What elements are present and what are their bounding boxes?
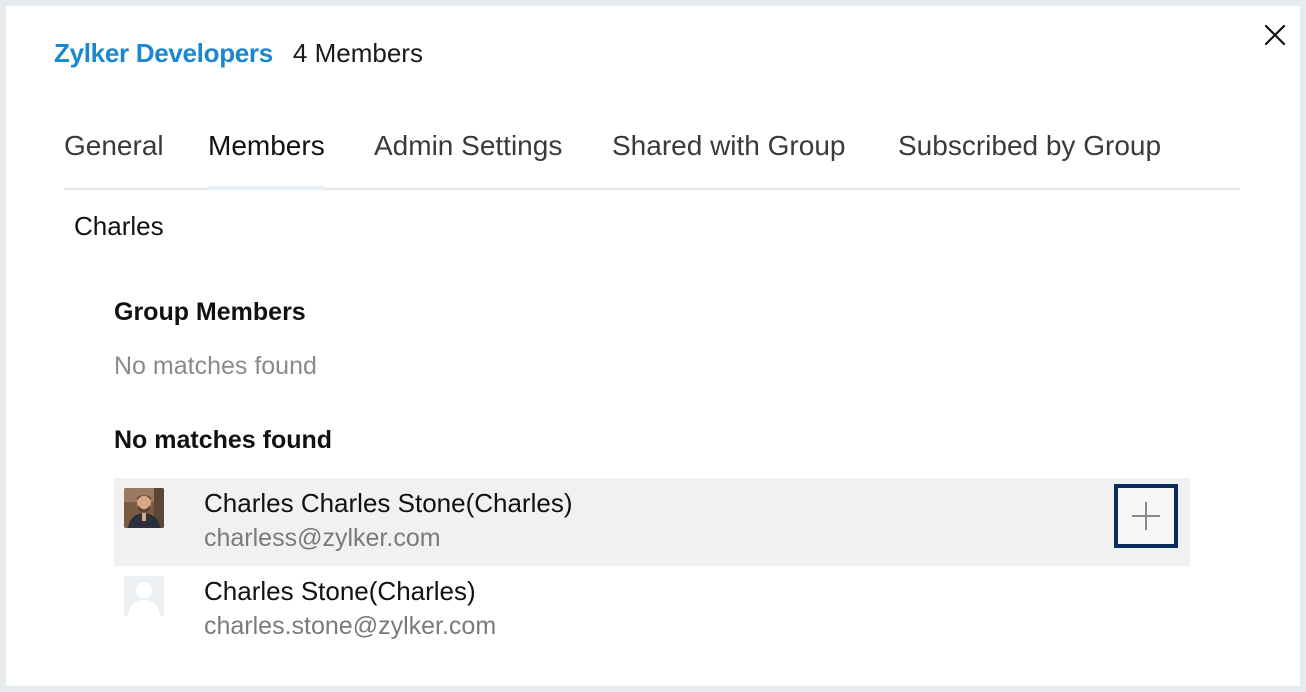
member-search-input[interactable] (74, 204, 674, 248)
user-email: charless@zylker.com (204, 524, 441, 552)
group-members-empty-text: No matches found (114, 352, 317, 380)
user-result-row[interactable]: Charles Stone(Charles) charles.stone@zyl… (114, 566, 1190, 654)
user-name: Charles Stone(Charles) (204, 576, 476, 606)
tab-members[interactable]: Members (208, 124, 325, 190)
default-user-icon (124, 576, 164, 616)
group-name[interactable]: Zylker Developers (54, 38, 273, 69)
tab-bar: General Members Admin Settings Shared wi… (64, 124, 1240, 190)
tab-shared-with-group[interactable]: Shared with Group (612, 124, 845, 188)
close-icon (1264, 24, 1286, 46)
avatar (124, 576, 164, 616)
tab-general[interactable]: General (64, 124, 164, 188)
other-results-heading: No matches found (114, 426, 333, 454)
dialog-header: Zylker Developers 4 Members (54, 38, 423, 69)
close-button[interactable] (1262, 22, 1288, 48)
add-member-button[interactable] (1114, 484, 1178, 548)
plus-icon (1132, 502, 1160, 530)
photo-avatar-icon (124, 488, 164, 528)
tab-admin-settings[interactable]: Admin Settings (374, 124, 562, 188)
user-name: Charles Charles Stone(Charles) (204, 488, 573, 518)
user-result-row[interactable]: Charles Charles Stone(Charles) charless@… (114, 478, 1190, 566)
avatar (124, 488, 164, 528)
user-email: charles.stone@zylker.com (204, 612, 497, 640)
group-members-heading: Group Members (114, 298, 306, 326)
member-count: 4 Members (292, 38, 423, 68)
group-details-dialog: Zylker Developers 4 Members General Memb… (6, 6, 1300, 686)
tab-subscribed-by-group[interactable]: Subscribed by Group (898, 124, 1161, 188)
